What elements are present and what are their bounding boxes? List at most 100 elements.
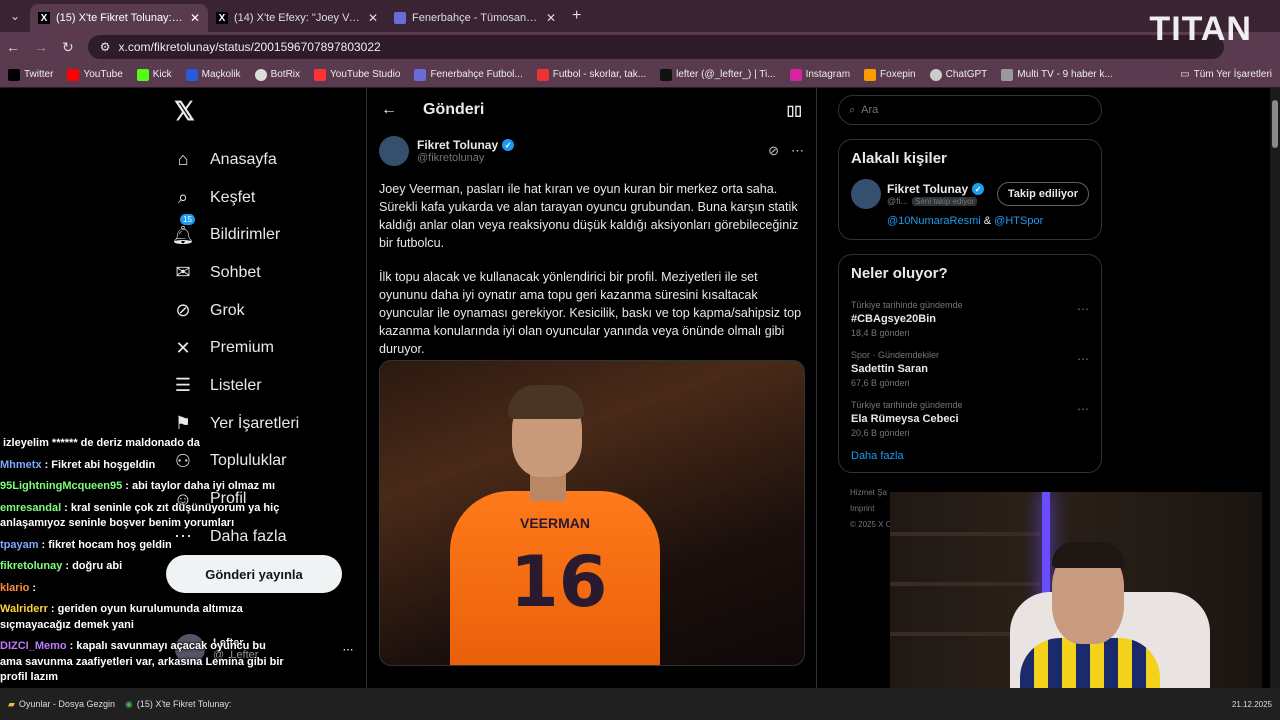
close-icon[interactable]: ✕ <box>546 11 556 25</box>
chat-message: izleyelim ****** de deriz maldonado da <box>3 437 200 449</box>
bookmark-chatgpt[interactable]: ChatGPT <box>929 68 987 81</box>
x-icon: ✕ <box>175 337 191 358</box>
tab-1[interactable]: X (15) X'te Fikret Tolunay: "Joey V ✕ <box>30 4 208 32</box>
close-icon[interactable]: ✕ <box>190 11 200 25</box>
back-icon[interactable]: ← <box>6 39 20 55</box>
mention-link[interactable]: @10NumaraResmi <box>887 215 981 227</box>
related-handle: @fi... <box>887 196 909 206</box>
x-logo-icon[interactable]: 𝕏 <box>174 96 360 127</box>
tab-title: (14) X'te Efexy: "Joey Veerman <box>234 12 362 24</box>
related-title: Alakalı kişiler <box>851 150 947 167</box>
site-icon <box>536 68 549 81</box>
chat-message: klario: <box>0 581 37 594</box>
author-handle[interactable]: @fikretolunay <box>417 152 514 164</box>
bookmark-futbol[interactable]: Futbol - skorlar, tak... <box>536 68 646 81</box>
avatar[interactable] <box>851 179 881 209</box>
reader-icon[interactable]: ▯▯ <box>787 102 802 119</box>
nav-explore[interactable]: ⌕ Keşfet <box>170 179 360 217</box>
new-tab-button[interactable]: + <box>564 0 589 32</box>
bookmark-mackolik[interactable]: Maçkolik <box>185 68 241 81</box>
mention-link[interactable]: @HTSpor <box>994 215 1043 227</box>
mail-icon: ✉ <box>175 262 191 283</box>
bookmark-fenerbahce[interactable]: Fenerbahçe Futbol... <box>414 68 523 81</box>
back-arrow-icon[interactable]: ← <box>381 101 397 119</box>
more-icon[interactable]: ⋯ <box>343 643 354 656</box>
author-name[interactable]: Fikret Tolunay <box>417 138 498 152</box>
folder-icon: ▰ <box>8 698 15 709</box>
nav-notifications[interactable]: 🔔︎ Bildirimler <box>170 216 360 254</box>
stream-logo: TITAN <box>1149 10 1252 48</box>
show-more-link[interactable]: Daha fazla <box>851 450 1089 462</box>
tiktok-icon <box>660 68 673 81</box>
trends-card: Neler oluyor? Türkiye tarihinde gündemde… <box>838 254 1102 473</box>
tab-3[interactable]: Fenerbahçe - Tümosan Konyasp ✕ <box>386 4 564 32</box>
toolbar: ← → ↻ ⚙ x.com/fikretolunay/status/200159… <box>0 32 1280 62</box>
tab-2[interactable]: X (14) X'te Efexy: "Joey Veerman ✕ <box>208 4 386 32</box>
bookmarks-bar: Twitter YouTube Kick Maçkolik BotRix You… <box>0 62 1280 88</box>
bookmark-twitter[interactable]: Twitter <box>8 68 53 81</box>
chat-message: Walriderr: geriden oyun kurulumunda altı… <box>0 603 243 631</box>
more-icon[interactable]: ⋯ <box>1077 302 1089 316</box>
chatgpt-icon <box>929 68 942 81</box>
more-icon[interactable]: ⋯ <box>1077 402 1089 416</box>
stream-chat: izleyelim ****** de deriz maldonado da M… <box>0 436 290 692</box>
nav-grok[interactable]: ⊘ Grok <box>170 292 360 330</box>
bookmark-botrix[interactable]: BotRix <box>254 68 300 81</box>
chrome-icon: ◉ <box>124 698 133 709</box>
search-icon: ⌕ <box>177 187 189 208</box>
taskbar-item[interactable]: ▰ Oyunlar - Dosya Gezgin <box>8 699 115 710</box>
grok-icon[interactable]: ⊘ <box>768 143 779 159</box>
main-column: ← Gönderi ▯▯ Fikret Tolunay ✓ @fikretolun… <box>366 88 817 688</box>
taskbar-item[interactable]: ◉ (15) X'te Fikret Tolunay: <box>125 699 231 710</box>
nav-lists[interactable]: ☰ Listeler <box>170 367 360 405</box>
tab-title: (15) X'te Fikret Tolunay: "Joey V <box>56 12 184 24</box>
nav-chat[interactable]: ✉ Sohbet <box>170 254 360 292</box>
shelf <box>890 532 1040 536</box>
tv-icon <box>1001 68 1014 81</box>
search-input[interactable]: ⌕ Ara <box>838 95 1102 125</box>
site-info-icon[interactable]: ⚙ <box>100 40 111 54</box>
mackolik-icon <box>185 68 198 81</box>
bookmark-multitv[interactable]: Multi TV - 9 haber k... <box>1001 68 1113 81</box>
bookmark-lefter[interactable]: lefter (@_lefter_) | Ti... <box>660 68 776 81</box>
nav-home[interactable]: ⌂ Anasayfa <box>170 141 360 179</box>
bookmark-instagram[interactable]: Instagram <box>789 68 850 81</box>
reload-icon[interactable]: ↻ <box>62 39 74 56</box>
jersey-name: VEERMAN <box>520 515 591 531</box>
bookmark-kick[interactable]: Kick <box>136 68 172 81</box>
clock-date[interactable]: 21.12.2025 <box>1232 700 1272 709</box>
close-icon[interactable]: ✕ <box>368 11 378 25</box>
url-text: x.com/fikretolunay/status/20015967078978… <box>118 40 381 54</box>
bookmark-foxepin[interactable]: Foxepin <box>864 68 916 81</box>
foxepin-icon <box>864 68 877 81</box>
post-author: Fikret Tolunay ✓ @fikretolunay ⊘ ⋯ <box>367 132 816 170</box>
grok-icon: ⊘ <box>175 300 191 321</box>
trend-item[interactable]: Spor · Gündemdekiler Sadettin Saran 67,6… <box>851 344 1089 394</box>
scrollbar-thumb[interactable] <box>1272 100 1278 148</box>
address-bar[interactable]: ⚙ x.com/fikretolunay/status/200159670789… <box>87 35 1224 59</box>
page-title: Gönderi <box>423 101 485 118</box>
avatar[interactable] <box>379 136 409 166</box>
more-icon[interactable]: ⋯ <box>791 143 804 159</box>
jersey-number: 16 <box>510 541 608 623</box>
trend-item[interactable]: Türkiye tarihinde gündemde Ela Rümeysa C… <box>851 394 1089 444</box>
following-button[interactable]: Takip ediliyor <box>996 182 1089 206</box>
chat-message: DIZCI_Memo: kapalı savunmayı açacak oyun… <box>0 640 284 683</box>
webcam-overlay <box>890 492 1262 698</box>
search-placeholder: Ara <box>861 104 879 116</box>
scrollbar[interactable] <box>1270 88 1280 688</box>
tab-search-button[interactable]: ⌄ <box>0 0 30 32</box>
all-bookmarks[interactable]: ▭ Tüm Yer İşaretleri <box>1180 69 1272 80</box>
forward-icon[interactable]: → <box>34 39 48 55</box>
post-image[interactable]: 16 VEERMAN <box>379 360 805 666</box>
folder-icon: ▭ <box>1180 69 1190 80</box>
related-name[interactable]: Fikret Tolunay <box>887 182 968 196</box>
more-icon[interactable]: ⋯ <box>1077 352 1089 366</box>
home-icon: ⌂ <box>177 149 189 170</box>
trend-item[interactable]: Türkiye tarihinde gündemde #CBAgsye20Bin… <box>851 294 1089 344</box>
bookmark-youtube[interactable]: YouTube <box>67 68 123 81</box>
streamer-hair <box>1052 542 1124 568</box>
bookmark-icon: ⚑ <box>174 413 192 434</box>
bookmark-youtube-studio[interactable]: YouTube Studio <box>314 68 400 81</box>
nav-premium[interactable]: ✕ Premium <box>170 329 360 367</box>
